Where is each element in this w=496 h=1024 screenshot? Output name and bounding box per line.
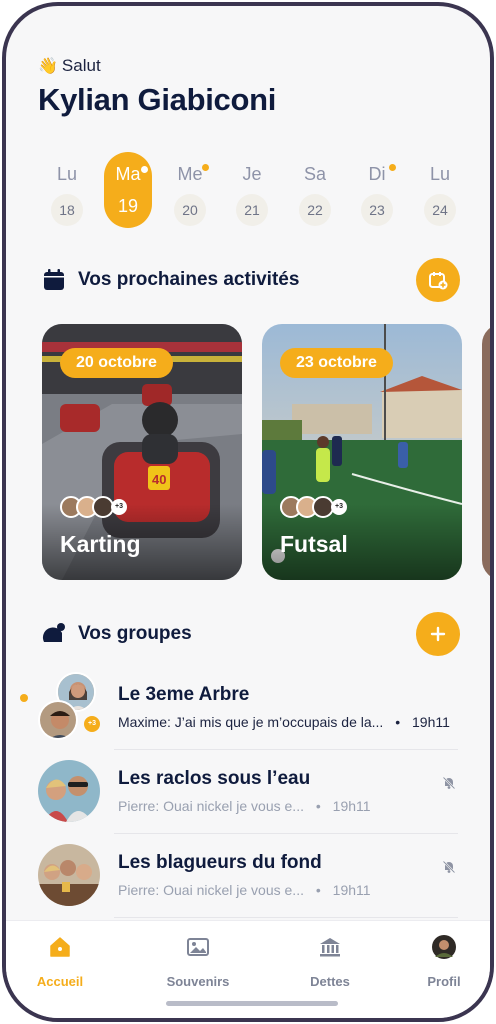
calendar-add-icon [429, 272, 448, 290]
message-time: 19h11 [332, 798, 371, 814]
add-group-button[interactable] [416, 612, 460, 656]
home-icon [50, 937, 70, 957]
muted-bell-icon [442, 860, 456, 874]
tab-label: Souvenirs [166, 974, 230, 989]
group-item[interactable]: Les raclos sous l’eau Pierre: Ouai nicke… [6, 750, 490, 834]
activity-title: Futsal [280, 531, 348, 557]
activity-date: 20 octobre [60, 348, 173, 378]
group-last-message: Pierre: Ouai nickel je vous e... • 19h11 [118, 882, 371, 898]
day-label: Lu [429, 164, 451, 184]
tab-label: Dettes [310, 974, 350, 989]
groups-icon [42, 623, 65, 642]
event-dot [202, 164, 209, 171]
day-number: 23 [361, 194, 393, 226]
activities-carousel[interactable]: 40 20 octobre +3 Karting 23 octobre +3 F… [42, 324, 490, 582]
message-preview: Pierre: Ouai nickel je vous e... [118, 798, 304, 814]
activities-heading: Vos prochaines activités [42, 268, 299, 292]
home-indicator[interactable] [166, 1001, 338, 1006]
bank-icon [320, 938, 340, 957]
groups-title: Vos groupes [78, 623, 192, 644]
calendar-icon [44, 269, 64, 290]
unread-dot [20, 694, 28, 702]
group-last-message: Maxime: J’ai mis que je m’occupais de la… [118, 714, 450, 730]
calendar-day[interactable]: Sa 22 [292, 150, 338, 226]
waving-hand-icon: 👋 [38, 58, 58, 75]
participants-avatars: +3 [60, 496, 127, 518]
activity-date: 23 octobre [280, 348, 393, 378]
groups-heading: Vos groupes [42, 622, 192, 646]
message-preview: Pierre: Ouai nickel je vous e... [118, 882, 304, 898]
activity-title: Karting [60, 531, 141, 557]
participants-avatars: +3 [280, 496, 347, 518]
message-time: 19h11 [412, 714, 450, 730]
group-item[interactable]: +3 Le 3eme Arbre Maxime: J’ai mis que je… [6, 666, 490, 750]
user-name: Kylian Giabiconi [38, 82, 277, 117]
tab-profil[interactable]: Profil [394, 935, 490, 989]
message-time: 19h11 [332, 882, 371, 898]
muted-bell-icon [442, 776, 456, 790]
calendar-day-selected[interactable]: Ma 19 [104, 152, 152, 228]
day-number: 22 [299, 194, 331, 226]
activities-title: Vos prochaines activités [78, 269, 300, 290]
divider [114, 917, 458, 918]
phone-frame: 👋 Salut Kylian Giabiconi Lu 18 Ma 19 Me … [2, 2, 494, 1022]
plus-icon [430, 626, 446, 642]
message-preview: Maxime: J’ai mis que je m’occupais de la… [118, 714, 384, 730]
tab-dettes[interactable]: Dettes [280, 935, 380, 989]
tab-accueil[interactable]: Accueil [10, 935, 110, 989]
day-label: Je [242, 164, 262, 184]
day-label: Sa [303, 164, 327, 184]
calendar-day[interactable]: Lu 24 [417, 150, 463, 226]
group-item[interactable]: Les blagueurs du fond Pierre: Ouai nicke… [6, 834, 490, 918]
event-dot [389, 164, 396, 171]
tab-souvenirs[interactable]: Souvenirs [148, 935, 248, 989]
day-number: 18 [51, 194, 83, 226]
day-number: 19 [117, 196, 139, 216]
calendar-day[interactable]: Me 20 [167, 150, 213, 226]
activity-card-peek[interactable] [482, 324, 490, 580]
event-dot [141, 166, 148, 173]
day-label: Lu [56, 164, 78, 184]
group-avatar [38, 760, 100, 822]
tab-label: Profil [427, 974, 461, 989]
calendar-day[interactable]: Di 23 [354, 150, 400, 226]
image-icon [187, 938, 209, 956]
more-members-badge: +3 [84, 716, 100, 732]
week-calendar: Lu 18 Ma 19 Me 20 Je 21 Sa 22 Di 23 Lu 2… [32, 150, 472, 230]
day-number: 21 [236, 194, 268, 226]
group-name: Les blagueurs du fond [118, 852, 322, 873]
more-participants-badge: +3 [111, 499, 127, 515]
day-number: 24 [424, 194, 456, 226]
calendar-day[interactable]: Lu 18 [44, 150, 90, 226]
tab-bar: Accueil Souvenirs Dettes Profil [6, 920, 490, 1018]
activity-card-karting[interactable]: 40 20 octobre +3 Karting [42, 324, 242, 580]
more-participants-badge: +3 [331, 499, 347, 515]
day-number: 20 [174, 194, 206, 226]
profile-avatar [432, 935, 456, 959]
svg-text:40: 40 [152, 472, 166, 487]
add-activity-button[interactable] [416, 258, 460, 302]
group-last-message: Pierre: Ouai nickel je vous e... • 19h11 [118, 798, 371, 814]
greeting: 👋 Salut [38, 56, 101, 76]
group-avatar [38, 844, 100, 906]
calendar-day[interactable]: Je 21 [229, 150, 275, 226]
tab-label: Accueil [36, 974, 84, 989]
greeting-text: Salut [61, 56, 101, 75]
avatar [38, 700, 78, 740]
group-name: Les raclos sous l’eau [118, 768, 311, 789]
activity-card-futsal[interactable]: 23 octobre +3 Futsal [262, 324, 462, 580]
group-name: Le 3eme Arbre [118, 684, 250, 705]
